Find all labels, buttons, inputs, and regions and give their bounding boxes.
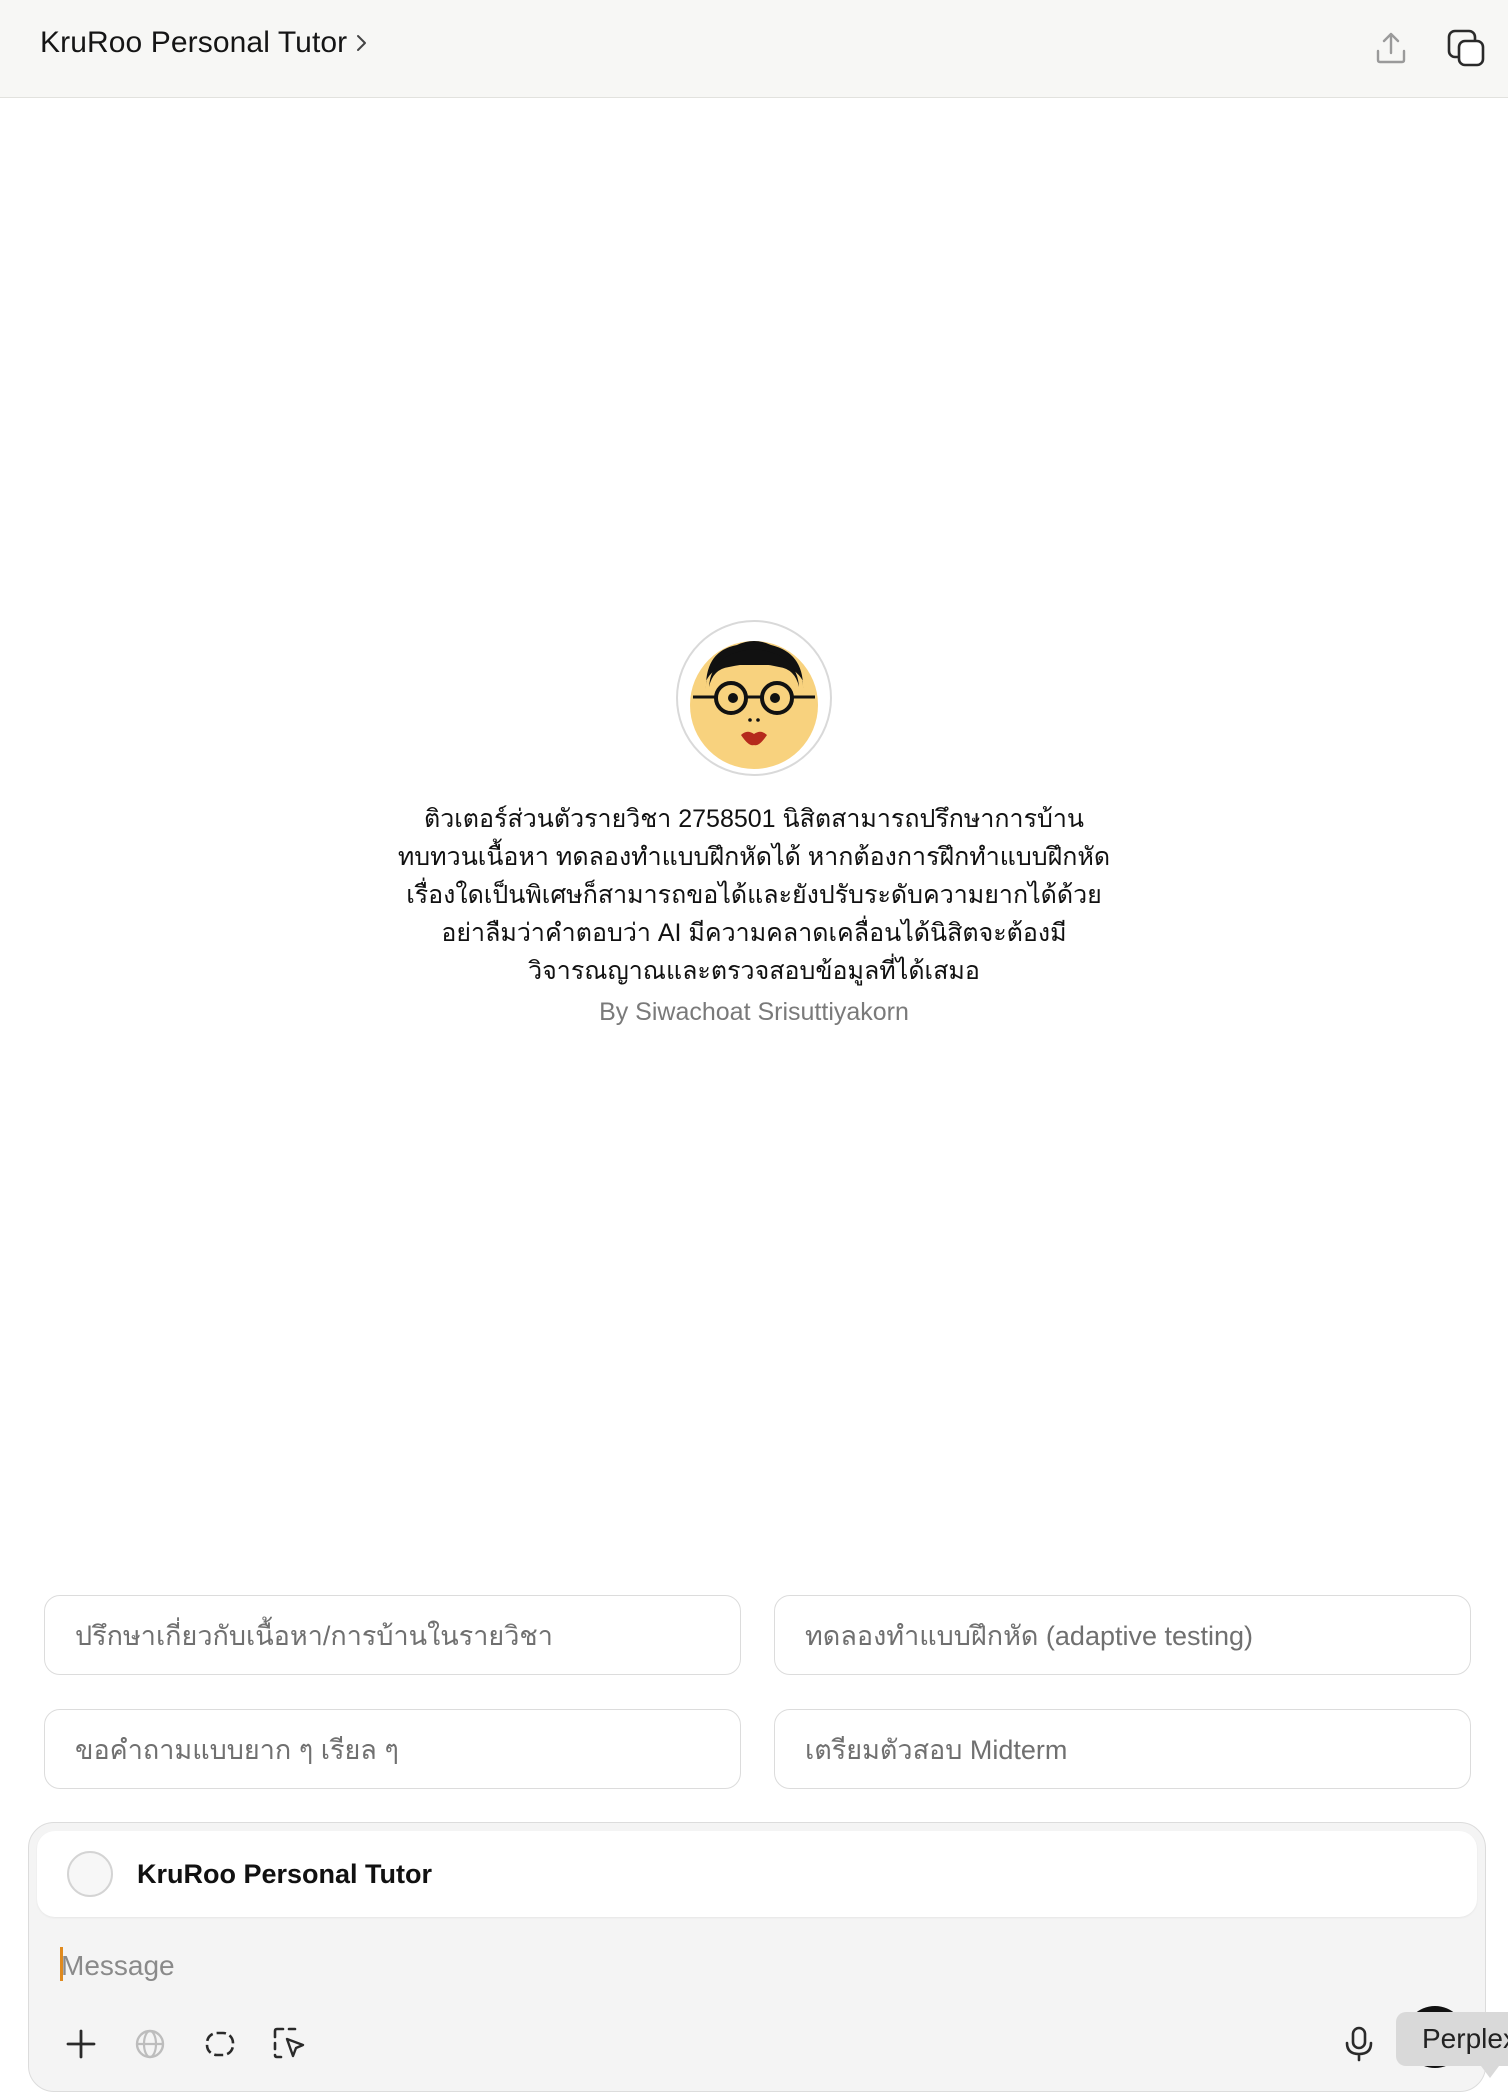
- suggestion-label: เตรียมตัวสอบ Midterm: [805, 1734, 1068, 1765]
- app-title: KruRoo Personal Tutor: [40, 26, 348, 59]
- message-composer: KruRoo Personal Tutor: [28, 1822, 1486, 2092]
- plus-icon: [66, 2029, 96, 2059]
- suggestion-card[interactable]: ขอคำถามแบบยาก ๆ เรียล ๆ: [44, 1709, 741, 1789]
- new-chat-icon: [1447, 29, 1485, 67]
- suggestion-card[interactable]: ปรึกษาเกี่ยวกับเนื้อหา/การบ้านในรายวิชา: [44, 1595, 741, 1675]
- select-tool-button[interactable]: [263, 2017, 317, 2071]
- chevron-right-icon: [357, 35, 367, 51]
- message-input[interactable]: [59, 1945, 1363, 1987]
- web-search-button[interactable]: [123, 2017, 177, 2071]
- tutor-cartoon-face: [690, 641, 818, 769]
- suggestion-card[interactable]: เตรียมตัวสอบ Midterm: [774, 1709, 1471, 1789]
- suggestion-label: ทดลองทำแบบฝึกหัด (adaptive testing): [805, 1620, 1254, 1651]
- dictate-button[interactable]: [1332, 2017, 1386, 2071]
- select-cursor-icon: [273, 2027, 305, 2059]
- share-button[interactable]: [1367, 24, 1415, 72]
- microphone-icon: [1345, 2026, 1373, 2062]
- suggestion-label: ปรึกษาเกี่ยวกับเนื้อหา/การบ้านในรายวิชา: [75, 1620, 553, 1651]
- selected-gpt-chip[interactable]: KruRoo Personal Tutor: [37, 1831, 1477, 1917]
- tooltip-tail: [1478, 2062, 1502, 2078]
- reason-button[interactable]: [193, 2017, 247, 2071]
- attach-button[interactable]: [54, 2017, 108, 2071]
- loop-icon: [205, 2031, 235, 2057]
- gpt-title-menu[interactable]: KruRoo Personal Tutor: [40, 26, 369, 60]
- tutor-avatar: [676, 620, 832, 776]
- share-upload-icon: [1376, 32, 1406, 64]
- suggestion-label: ขอคำถามแบบยาก ๆ เรียล ๆ: [75, 1734, 399, 1765]
- tooltip: Perplexity: [1396, 2012, 1508, 2066]
- suggestion-card[interactable]: ทดลองทำแบบฝึกหัด (adaptive testing): [774, 1595, 1471, 1675]
- gpt-description: ติวเตอร์ส่วนตัวรายวิชา 2758501 นิสิตสามา…: [397, 805, 1111, 985]
- gpt-chip-avatar: [67, 1851, 113, 1897]
- text-caret: [60, 1947, 63, 1981]
- gpt-intro: ติวเตอร์ส่วนตัวรายวิชา 2758501 นิสิตสามา…: [0, 620, 1508, 1027]
- globe-icon: [135, 2029, 165, 2059]
- top-bar: KruRoo Personal Tutor: [0, 0, 1508, 98]
- gpt-author: By Siwachoat Srisuttiyakorn: [599, 998, 909, 1026]
- new-chat-button[interactable]: [1442, 24, 1490, 72]
- gpt-chip-name: KruRoo Personal Tutor: [137, 1858, 433, 1889]
